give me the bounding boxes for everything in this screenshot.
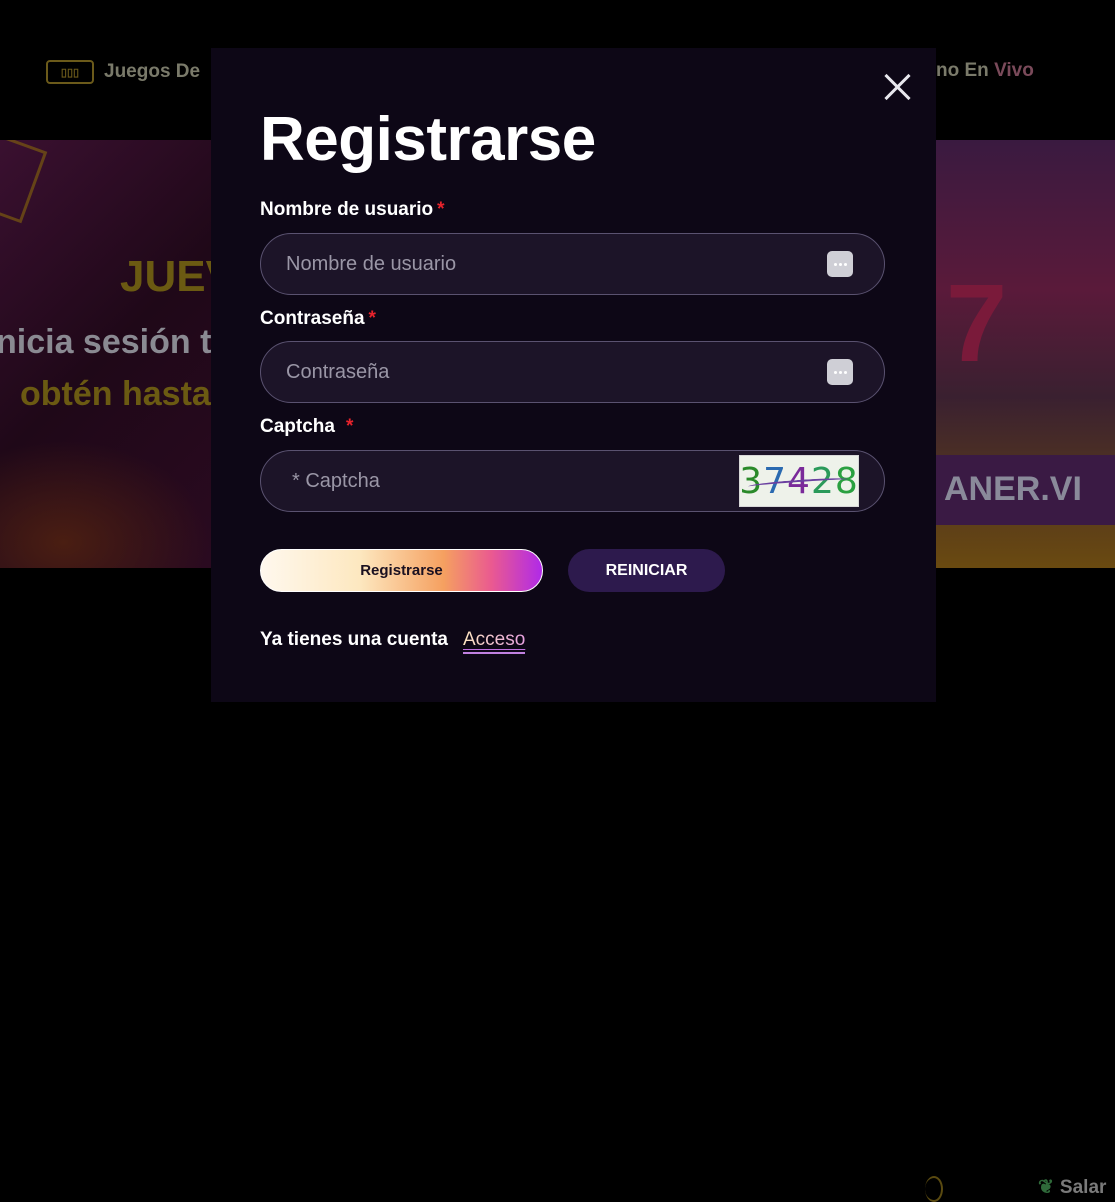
username-input[interactable] <box>261 251 827 277</box>
username-label: Nombre de usuario * <box>260 199 445 221</box>
captcha-label: Captcha * <box>260 416 353 438</box>
promo-banner-left: JUEV nicia sesión to obtén hasta <box>0 140 211 568</box>
username-field[interactable] <box>260 233 885 295</box>
required-mark: * <box>345 416 354 437</box>
captcha-field[interactable]: 37428 <box>260 450 885 512</box>
star-decoration-icon <box>0 140 48 224</box>
modal-title: Registrarse <box>260 105 596 174</box>
banner-glow <box>0 440 211 568</box>
required-mark: * <box>437 199 445 220</box>
required-mark: * <box>368 308 376 329</box>
nav-item-label: no En <box>936 60 995 81</box>
password-label-text: Contraseña <box>260 308 365 329</box>
category-item-salas[interactable]: ❦ Salar <box>1038 1176 1106 1199</box>
nav-item-table-games[interactable]: ▯▯▯ Juegos De <box>46 60 200 84</box>
leaf-icon: ❦ <box>1038 1177 1054 1198</box>
slot-machine-icon: ▯▯▯ <box>46 60 94 84</box>
login-prompt-text: Ya tienes una cuenta <box>260 629 448 650</box>
close-icon[interactable] <box>883 72 913 102</box>
password-manager-icon[interactable] <box>827 359 853 385</box>
coin-icon <box>925 1176 943 1202</box>
category-label: Salar <box>1059 1177 1107 1198</box>
banner-headline: JUEV <box>120 252 211 301</box>
password-label: Contraseña * <box>260 308 376 330</box>
nav-item-label: Juegos De <box>104 61 201 82</box>
banner-subtext: nicia sesión to <box>0 323 211 361</box>
register-button[interactable]: Registrarse <box>260 549 543 592</box>
slot-seven-graphic: 7 <box>946 262 1008 385</box>
login-link[interactable]: Acceso <box>462 629 526 654</box>
captcha-digit: 3 <box>739 460 764 502</box>
password-input[interactable] <box>261 359 827 385</box>
password-manager-icon[interactable] <box>827 251 853 277</box>
captcha-image[interactable]: 37428 <box>739 455 859 507</box>
banner-subtext-highlight: obtén hasta <box>20 375 211 413</box>
nav-item-label-highlight: Vivo <box>994 60 1034 81</box>
captcha-label-text: Captcha <box>260 416 335 437</box>
reset-button[interactable]: REINICIAR <box>568 549 725 592</box>
password-field[interactable] <box>260 341 885 403</box>
nav-item-live-casino[interactable]: no En Vivo <box>936 60 1034 82</box>
login-prompt: Ya tienes una cuenta Acceso <box>260 629 526 654</box>
banner-brand-text: ANER.VI <box>944 470 1082 508</box>
username-label-text: Nombre de usuario <box>260 199 434 220</box>
promo-banner-right: 7 ANER.VI <box>936 140 1115 568</box>
register-modal: Registrarse Nombre de usuario* Contraseñ… <box>211 48 936 702</box>
